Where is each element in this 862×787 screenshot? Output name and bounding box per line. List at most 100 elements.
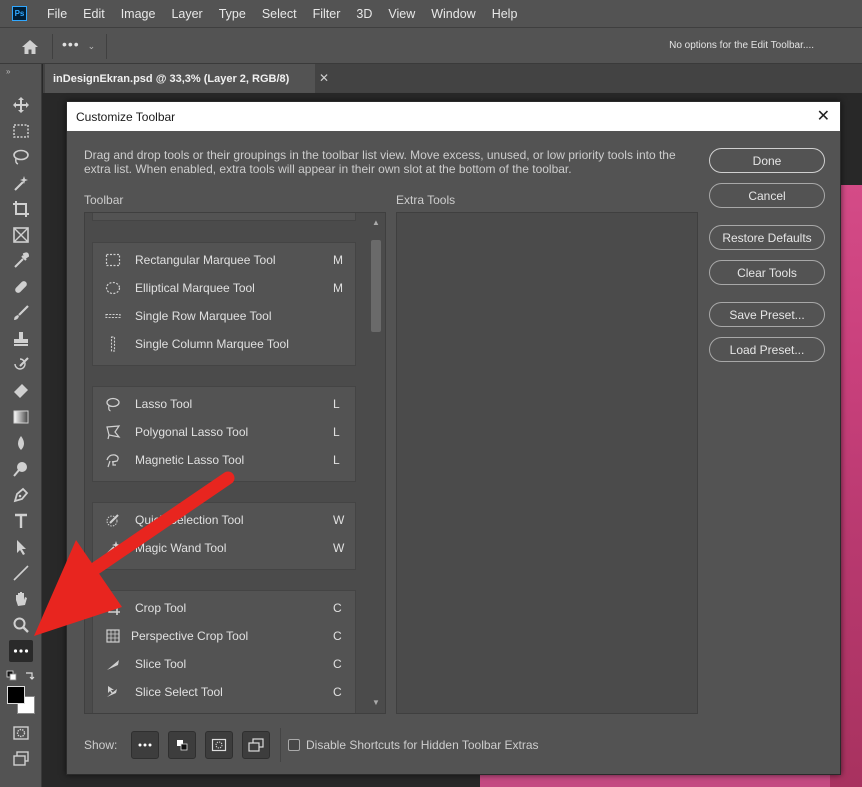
pen-tool-icon[interactable] bbox=[9, 484, 33, 506]
quick-mask-icon[interactable] bbox=[9, 722, 33, 744]
list-item[interactable]: Slice Select Tool C bbox=[93, 678, 355, 706]
list-item[interactable]: Crop Tool C bbox=[93, 594, 355, 622]
tool-shortcut: W bbox=[333, 513, 345, 527]
toolbar-list[interactable]: Rectangular Marquee Tool M Elliptical Ma… bbox=[84, 212, 386, 714]
blur-tool-icon[interactable] bbox=[9, 432, 33, 454]
line-tool-icon[interactable] bbox=[9, 562, 33, 584]
tool-label: Rectangular Marquee Tool bbox=[135, 253, 276, 267]
show-quick-mask-button[interactable] bbox=[205, 731, 233, 759]
list-item[interactable]: Magnetic Lasso Tool L bbox=[93, 446, 355, 474]
crop-tool-icon[interactable] bbox=[9, 198, 33, 220]
lasso-tool-icon[interactable] bbox=[9, 146, 33, 168]
menu-window[interactable]: Window bbox=[423, 7, 483, 21]
menu-select[interactable]: Select bbox=[254, 7, 305, 21]
ellipse-marquee-icon bbox=[105, 280, 121, 296]
tool-group-selection[interactable]: Quick Selection Tool W Magic Wand Tool W bbox=[92, 502, 356, 570]
options-bar: ••• ⌄ No options for the Edit Toolbar...… bbox=[0, 27, 862, 64]
close-icon[interactable]: ✕ bbox=[817, 106, 830, 126]
show-separator bbox=[280, 728, 281, 762]
frame-tool-icon[interactable] bbox=[9, 224, 33, 246]
menu-bar: Ps File Edit Image Layer Type Select Fil… bbox=[0, 0, 862, 27]
magnetic-lasso-icon bbox=[105, 452, 121, 468]
edit-toolbar-dropdown[interactable]: ••• ⌄ bbox=[62, 36, 96, 52]
gradient-tool-icon[interactable] bbox=[9, 406, 33, 428]
menu-layer[interactable]: Layer bbox=[163, 7, 210, 21]
edit-toolbar-button[interactable] bbox=[9, 640, 33, 662]
show-color-swatches-button[interactable] bbox=[168, 731, 196, 759]
extra-tools-list[interactable] bbox=[396, 212, 698, 714]
menu-help[interactable]: Help bbox=[484, 7, 526, 21]
tool-group-lasso[interactable]: Lasso Tool L Polygonal Lasso Tool L Magn… bbox=[92, 386, 356, 482]
menu-type[interactable]: Type bbox=[211, 7, 254, 21]
scroll-up-icon[interactable]: ▲ bbox=[372, 218, 380, 227]
path-selection-tool-icon[interactable] bbox=[9, 536, 33, 558]
row-marquee-icon bbox=[105, 308, 121, 324]
screen-mode-icon bbox=[248, 738, 264, 752]
menu-image[interactable]: Image bbox=[113, 7, 164, 21]
dialog-description: Drag and drop tools or their groupings i… bbox=[84, 148, 676, 176]
tool-label: Lasso Tool bbox=[135, 397, 193, 411]
list-item[interactable]: Slice Tool C bbox=[93, 650, 355, 678]
tool-label: Slice Tool bbox=[135, 657, 187, 671]
tool-label: Crop Tool bbox=[135, 601, 187, 615]
home-button[interactable] bbox=[13, 37, 47, 57]
cancel-button[interactable]: Cancel bbox=[709, 183, 825, 208]
list-item[interactable]: Magic Wand Tool W bbox=[93, 534, 355, 562]
quick-selection-icon bbox=[105, 512, 121, 528]
customize-toolbar-dialog: Customize Toolbar ✕ Drag and drop tools … bbox=[66, 101, 841, 775]
list-item[interactable]: Single Column Marquee Tool bbox=[93, 330, 355, 358]
tool-shortcut: L bbox=[333, 453, 340, 467]
list-item[interactable]: Lasso Tool L bbox=[93, 390, 355, 418]
show-screen-mode-button[interactable] bbox=[242, 731, 270, 759]
clone-stamp-tool-icon[interactable] bbox=[9, 328, 33, 350]
load-preset-button[interactable]: Load Preset... bbox=[709, 337, 825, 362]
column-marquee-icon bbox=[105, 336, 121, 352]
toolbar-column-label: Toolbar bbox=[84, 193, 124, 207]
list-item[interactable]: Single Row Marquee Tool bbox=[93, 302, 355, 330]
tool-group-crop[interactable]: Crop Tool C Perspective Crop Tool C Slic… bbox=[92, 590, 356, 713]
document-tab[interactable]: inDesignEkran.psd @ 33,3% (Layer 2, RGB/… bbox=[45, 64, 315, 93]
restore-defaults-button[interactable]: Restore Defaults bbox=[709, 225, 825, 250]
list-item[interactable]: Quick Selection Tool W bbox=[93, 506, 355, 534]
list-item[interactable]: Elliptical Marquee Tool M bbox=[93, 274, 355, 302]
brush-tool-icon[interactable] bbox=[9, 302, 33, 324]
menu-file[interactable]: File bbox=[39, 7, 75, 21]
options-separator bbox=[52, 34, 53, 59]
menu-3d[interactable]: 3D bbox=[348, 7, 380, 21]
close-icon[interactable]: ✕ bbox=[319, 71, 329, 85]
list-item[interactable]: Perspective Crop Tool C bbox=[93, 622, 355, 650]
disable-shortcuts-checkbox[interactable] bbox=[288, 739, 300, 751]
clear-tools-button[interactable]: Clear Tools bbox=[709, 260, 825, 285]
eraser-tool-icon[interactable] bbox=[9, 380, 33, 402]
healing-brush-tool-icon[interactable] bbox=[9, 276, 33, 298]
list-item[interactable]: Polygonal Lasso Tool L bbox=[93, 418, 355, 446]
marquee-tool-icon[interactable] bbox=[9, 120, 33, 142]
quick-selection-tool-icon[interactable] bbox=[9, 172, 33, 194]
eyedropper-tool-icon[interactable] bbox=[9, 250, 33, 272]
perspective-crop-icon bbox=[105, 628, 121, 644]
panel-collapse-icon[interactable]: » bbox=[6, 67, 10, 76]
tool-group-marquee[interactable]: Rectangular Marquee Tool M Elliptical Ma… bbox=[92, 242, 356, 366]
move-tool-icon[interactable] bbox=[9, 94, 33, 116]
menu-view[interactable]: View bbox=[380, 7, 423, 21]
menu-filter[interactable]: Filter bbox=[305, 7, 349, 21]
tool-shortcut: L bbox=[333, 425, 340, 439]
dodge-tool-icon[interactable] bbox=[9, 458, 33, 480]
save-preset-button[interactable]: Save Preset... bbox=[709, 302, 825, 327]
scroll-down-icon[interactable]: ▼ bbox=[372, 698, 380, 707]
menu-edit[interactable]: Edit bbox=[75, 7, 113, 21]
tool-label: Quick Selection Tool bbox=[135, 513, 244, 527]
list-item[interactable]: Rectangular Marquee Tool M bbox=[93, 246, 355, 274]
type-tool-icon[interactable] bbox=[9, 510, 33, 532]
tool-shortcut: M bbox=[333, 281, 343, 295]
tool-label: Single Column Marquee Tool bbox=[135, 337, 289, 351]
zoom-tool-icon[interactable] bbox=[9, 614, 33, 636]
default-colors-icon[interactable] bbox=[5, 666, 37, 688]
hand-tool-icon[interactable] bbox=[9, 588, 33, 610]
done-button[interactable]: Done bbox=[709, 148, 825, 173]
scrollbar-thumb[interactable] bbox=[371, 240, 381, 332]
show-extra-tools-button[interactable] bbox=[131, 731, 159, 759]
history-brush-tool-icon[interactable] bbox=[9, 354, 33, 376]
screen-mode-icon[interactable] bbox=[9, 748, 33, 770]
tool-shortcut: M bbox=[333, 253, 343, 267]
